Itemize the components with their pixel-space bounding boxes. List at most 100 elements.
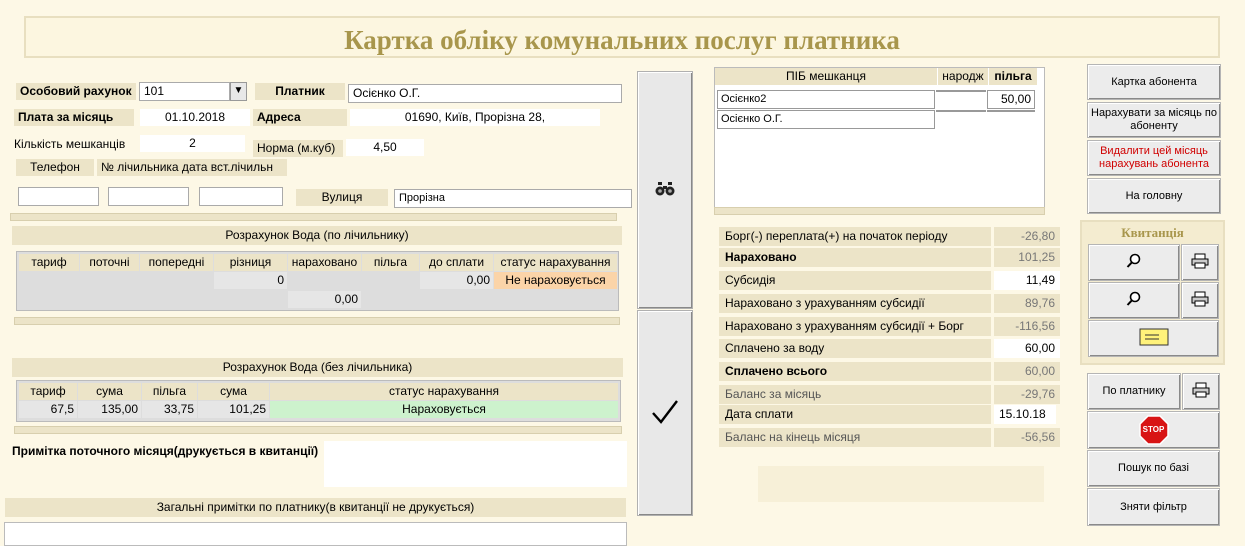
email-receipt-button[interactable]	[1088, 320, 1219, 357]
grid-header: статус нарахування	[494, 254, 617, 271]
resident-benefit[interactable]	[987, 110, 1035, 112]
current-note-input[interactable]	[324, 441, 627, 487]
binoculars-icon	[655, 181, 675, 199]
checkmark-icon	[651, 399, 679, 428]
meter-number-field[interactable]	[108, 187, 189, 206]
find-button[interactable]	[637, 71, 693, 309]
address-field[interactable]: 01690, Київ, Прорізна 28,	[350, 109, 600, 126]
separator	[14, 317, 620, 325]
grid-cell: 101,25	[198, 401, 269, 418]
address-label: Адреса	[253, 109, 347, 126]
phone-field[interactable]	[18, 187, 99, 206]
grid-total: 0,00	[288, 291, 361, 308]
clear-filter-button[interactable]: Зняти фільтр	[1087, 488, 1220, 526]
summary-value: -56,56	[994, 428, 1060, 447]
summary-label: Баланс на кінець місяця	[719, 428, 991, 447]
separator	[14, 426, 622, 434]
phone-label: Телефон	[16, 159, 94, 176]
residents-grid: ПІБ мешканця народж пільга Осієнко2 50,0…	[714, 67, 1045, 213]
separator	[10, 213, 617, 221]
grid-header: пільга	[989, 68, 1037, 85]
grid-header: нараховано	[288, 254, 361, 271]
resident-benefit[interactable]: 50,00	[987, 90, 1035, 109]
search-db-button[interactable]: Пошук по базі	[1087, 450, 1220, 487]
current-note-label: Примітка поточного місяця(друкується в к…	[12, 444, 319, 458]
summary-label: Борг(-) переплата(+) на початок періоду	[719, 227, 991, 246]
grid-header: поточні	[80, 254, 139, 271]
summary-value: -29,76	[994, 385, 1060, 404]
residents-count-field[interactable]: 2	[140, 135, 245, 152]
summary-label: Нараховано	[719, 248, 991, 267]
envelope-icon	[1139, 328, 1169, 350]
grid-header: пільга	[142, 383, 197, 400]
water-nometer-title: Розрахунок Вода (без лічильника)	[12, 358, 623, 377]
residents-count-label: Кількість мешканців	[14, 137, 126, 151]
status-charged: Нараховується	[270, 401, 618, 418]
grid-cell: 0,00	[420, 272, 493, 289]
norm-field[interactable]: 4,50	[346, 139, 424, 156]
receipt-print-button-1[interactable]	[1181, 244, 1219, 281]
month-fee-field[interactable]: 01.10.2018	[140, 109, 250, 126]
grid-header: ПІБ мешканця	[715, 68, 937, 85]
subsidy-field[interactable]: 11,49	[994, 271, 1060, 290]
summary-value: 101,25	[994, 248, 1060, 267]
grid-header: статус нарахування	[270, 383, 618, 400]
resident-name[interactable]: Осієнко2	[717, 90, 935, 109]
account-combo-dropdown[interactable]: ▼	[230, 82, 247, 101]
meter-date-field[interactable]	[199, 187, 283, 206]
receipt-preview-button-1[interactable]	[1088, 244, 1180, 281]
home-button[interactable]: На головну	[1087, 178, 1221, 214]
water-meter-grid: тариф поточні попередні різниця нарахова…	[16, 251, 619, 311]
resident-birth[interactable]	[936, 110, 986, 112]
general-note-input[interactable]	[4, 522, 627, 546]
summary-value: -116,56	[994, 317, 1060, 336]
grid-cell: 67,5	[19, 401, 77, 418]
title-panel: Картка обліку комунальних послуг платник…	[24, 16, 1220, 58]
summary-label: Дата сплати	[719, 405, 991, 424]
summary-label: Нараховано з урахуванням субсидії	[719, 294, 991, 313]
payment-date-field[interactable]: 15.10.18	[994, 405, 1056, 424]
delete-month-button[interactable]: Видалити цей місяць нарахувань абонента	[1087, 140, 1221, 176]
summary-label: Баланс за місяць	[719, 385, 991, 404]
page-title: Картка обліку комунальних послуг платник…	[344, 25, 900, 55]
printer-icon	[1192, 382, 1210, 402]
grid-header: сума	[198, 383, 269, 400]
resident-birth[interactable]	[936, 90, 986, 92]
month-fee-label: Плата за місяць	[14, 109, 134, 126]
grid-header: народж	[938, 68, 988, 85]
receipt-preview-button-2[interactable]	[1088, 282, 1180, 319]
payer-field[interactable]: Осієнко О.Г.	[348, 84, 622, 103]
grid-header: до сплати	[420, 254, 493, 271]
grid-cell: 135,00	[78, 401, 141, 418]
subscriber-card-button[interactable]: Картка абонента	[1087, 64, 1221, 100]
by-payer-print-button[interactable]	[1182, 373, 1220, 410]
account-label: Особовий рахунок	[16, 83, 136, 100]
street-field[interactable]: Прорізна	[394, 189, 632, 208]
confirm-button[interactable]	[637, 310, 693, 516]
grid-header: попередні	[140, 254, 213, 271]
account-combo-input[interactable]: 101	[139, 82, 230, 101]
magnifier-icon	[1126, 291, 1142, 311]
stop-icon: STOP	[1138, 415, 1169, 445]
water-nometer-grid: тариф сума пільга сума статус нарахуванн…	[16, 380, 621, 422]
by-payer-button[interactable]: По платнику	[1087, 373, 1181, 410]
summary-label: Сплачено всього	[719, 362, 991, 381]
printer-icon	[1191, 253, 1209, 273]
paid-water-field[interactable]: 60,00	[994, 339, 1060, 358]
summary-value: 89,76	[994, 294, 1060, 313]
summary-label: Нараховано з урахуванням субсидії + Борг	[719, 317, 991, 336]
grid-header: тариф	[19, 383, 77, 400]
stop-label: STOP	[1142, 425, 1165, 434]
grid-header: тариф	[19, 254, 79, 271]
resident-name[interactable]: Осієнко О.Г.	[717, 110, 935, 129]
status-area	[758, 466, 1044, 502]
chevron-down-icon: ▼	[233, 85, 244, 96]
stop-button[interactable]: STOP	[1087, 411, 1220, 449]
grid-cell: 0	[214, 272, 287, 289]
receipt-title: Квитанція	[1121, 225, 1184, 240]
summary-value: 60,00	[994, 362, 1060, 381]
charge-month-button[interactable]: Нарахувати за місяць по абоненту	[1087, 102, 1221, 138]
status-not-charged: Не нараховується	[494, 272, 617, 289]
payer-label: Платник	[255, 83, 345, 100]
receipt-print-button-2[interactable]	[1181, 282, 1219, 319]
